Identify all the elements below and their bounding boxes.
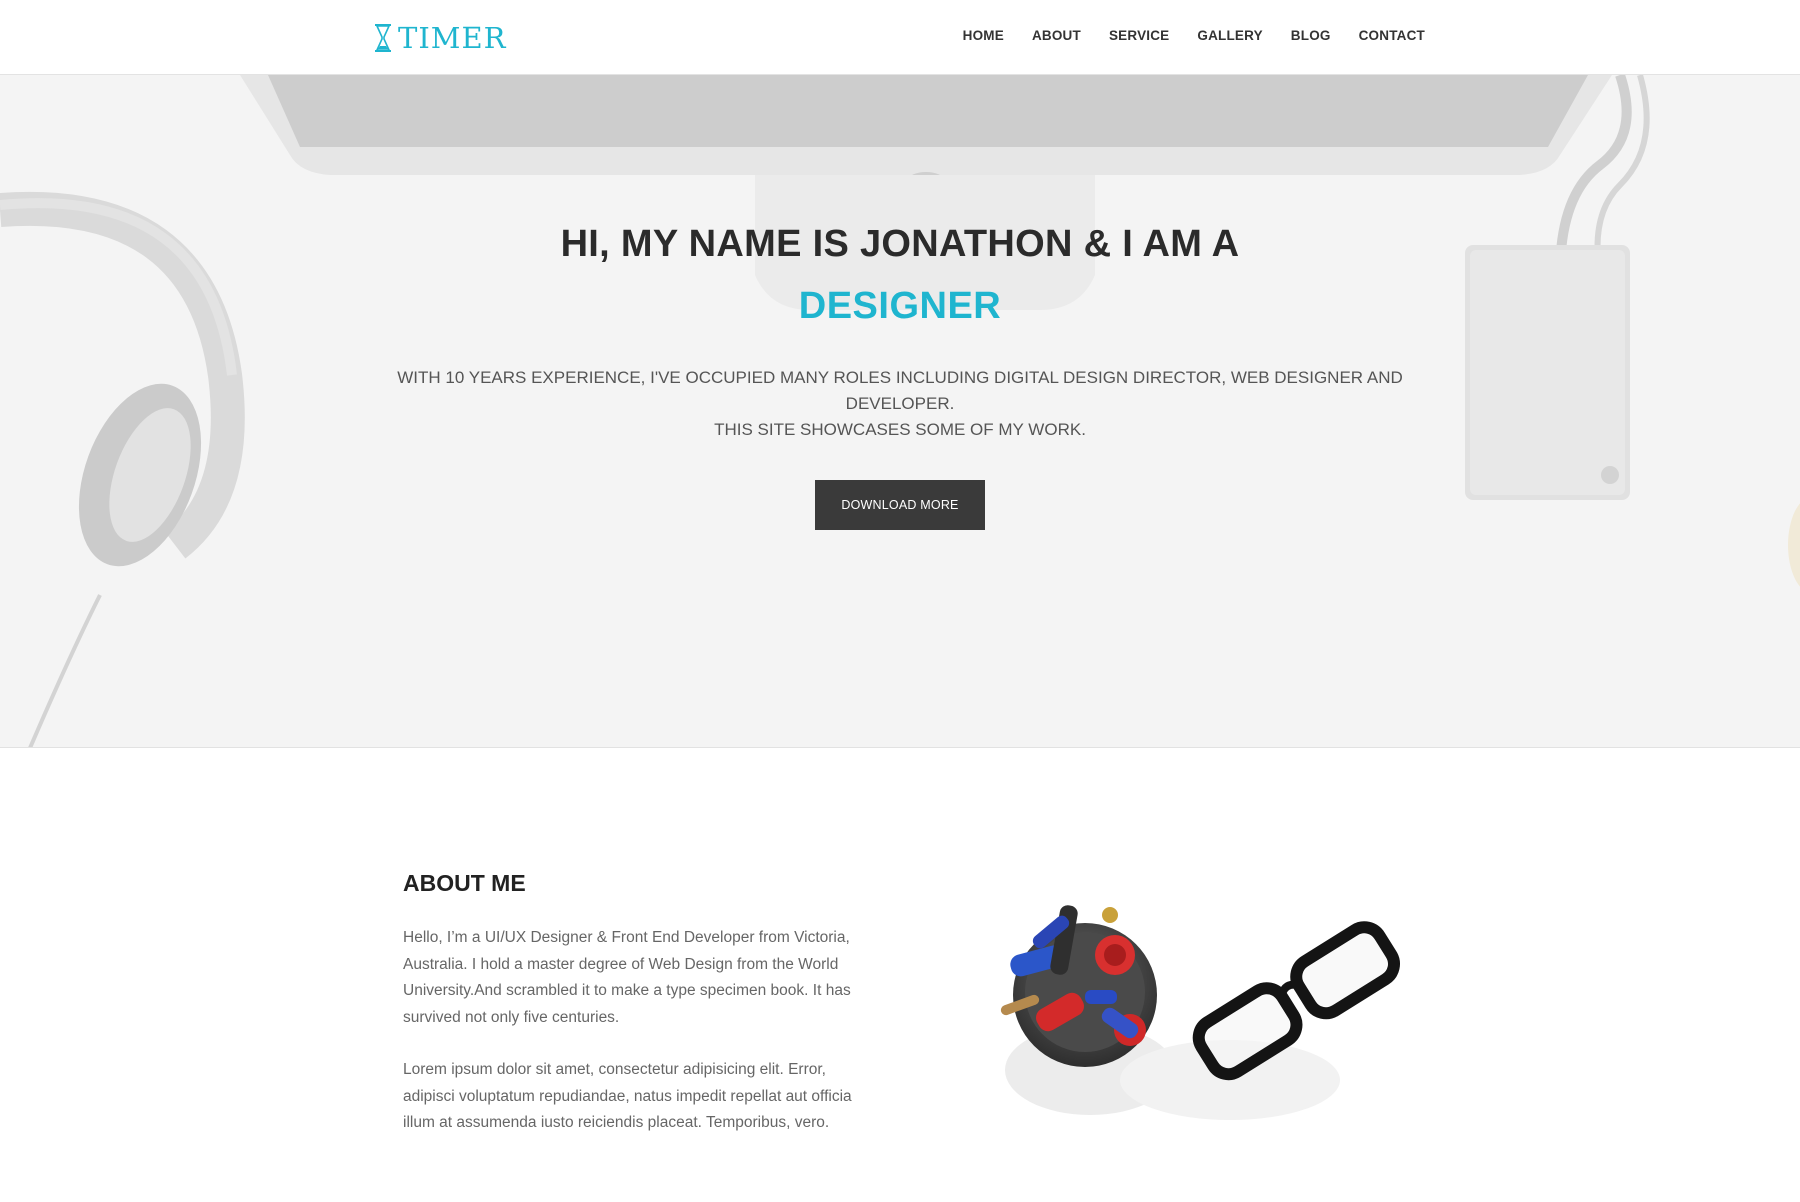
nav-gallery[interactable]: GALLERY <box>1197 28 1262 43</box>
hero-section: HI, MY NAME IS JONATHON & I AM A DESIGNE… <box>0 75 1800 748</box>
logo[interactable]: TIMER <box>372 20 507 56</box>
nav-contact[interactable]: CONTACT <box>1359 28 1425 43</box>
nav-about[interactable]: ABOUT <box>1032 28 1081 43</box>
download-more-button[interactable]: DOWNLOAD MORE <box>815 480 985 530</box>
nav-service[interactable]: SERVICE <box>1109 28 1169 43</box>
hero-role: DESIGNER <box>798 285 1002 327</box>
hourglass-icon <box>375 24 391 52</box>
brand-name: TIMER <box>398 21 507 55</box>
about-paragraph-2: Lorem ipsum dolor sit amet, consectetur … <box>403 1061 852 1131</box>
nav-blog[interactable]: BLOG <box>1291 28 1331 43</box>
hero-description-line-2: THIS SITE SHOWCASES SOME OF MY WORK. <box>714 420 1086 439</box>
about-title: ABOUT ME <box>403 870 526 896</box>
hero-description-line-1: WITH 10 YEARS EXPERIENCE, I'VE OCCUPIED … <box>397 368 1403 413</box>
nav-home[interactable]: HOME <box>963 28 1004 43</box>
hero-title: HI, MY NAME IS JONATHON & I AM A <box>560 223 1240 265</box>
site-header: TIMER HOME ABOUT SERVICE GALLERY BLOG CO… <box>0 0 1800 75</box>
main-nav: HOME ABOUT SERVICE GALLERY BLOG CONTACT <box>963 28 1425 43</box>
hero-description: WITH 10 YEARS EXPERIENCE, I'VE OCCUPIED … <box>350 365 1450 443</box>
desk-items-image <box>1000 905 1400 1120</box>
about-paragraph-1: Hello, I’m a UI/UX Designer & Front End … <box>403 929 851 1026</box>
